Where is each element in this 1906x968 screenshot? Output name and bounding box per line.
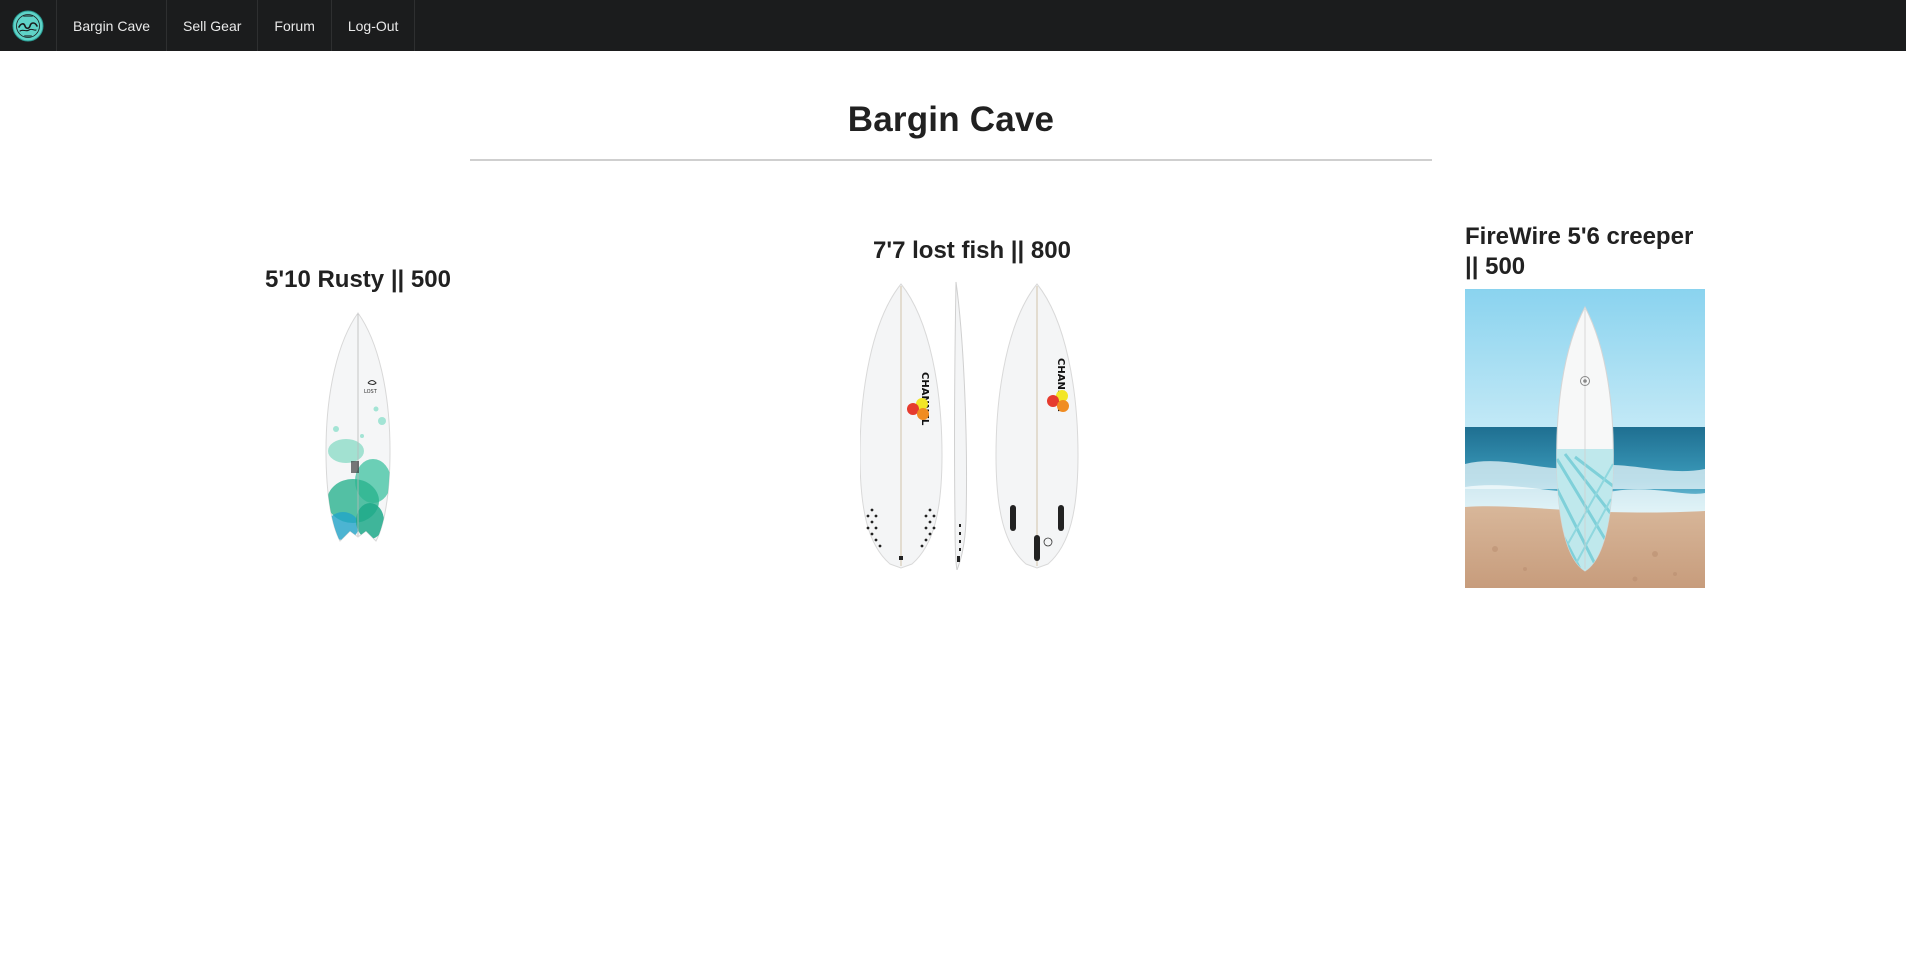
listing-title: 5'10 Rusty || 500 [265, 266, 451, 293]
listing-title: 7'7 lost fish || 800 [873, 237, 1071, 264]
listing-card[interactable]: FireWire 5'6 creeper || 500 [1465, 222, 1710, 588]
top-navbar: Bargin Cave Sell Gear Forum Log-Out [0, 0, 1906, 51]
home-logo-link[interactable] [0, 0, 57, 51]
wave-logo-icon [12, 10, 44, 41]
nav-bargin-cave[interactable]: Bargin Cave [57, 0, 168, 51]
surfboard-three-views-image[interactable]: CHANNEL CHANNEL [860, 280, 1084, 570]
nav-sell-gear[interactable]: Sell Gear [167, 0, 259, 51]
listing-card[interactable]: 7'7 lost fish || 800 CHANNEL CHANNEL [860, 236, 1084, 570]
listing-card[interactable]: 5'10 Rusty || 500 LOST [260, 265, 456, 544]
nav-forum[interactable]: Forum [258, 0, 332, 51]
page-title: Bargin Cave [847, 100, 1055, 139]
surfboard-beach-photo[interactable] [1465, 289, 1705, 588]
nav-log-out[interactable]: Log-Out [332, 0, 416, 51]
listing-title: FireWire 5'6 creeper || 500 [1465, 223, 1694, 280]
title-divider [470, 159, 1432, 161]
svg-text:LOST: LOST [364, 389, 378, 395]
surfboard-fish-image[interactable]: LOST [318, 311, 398, 544]
